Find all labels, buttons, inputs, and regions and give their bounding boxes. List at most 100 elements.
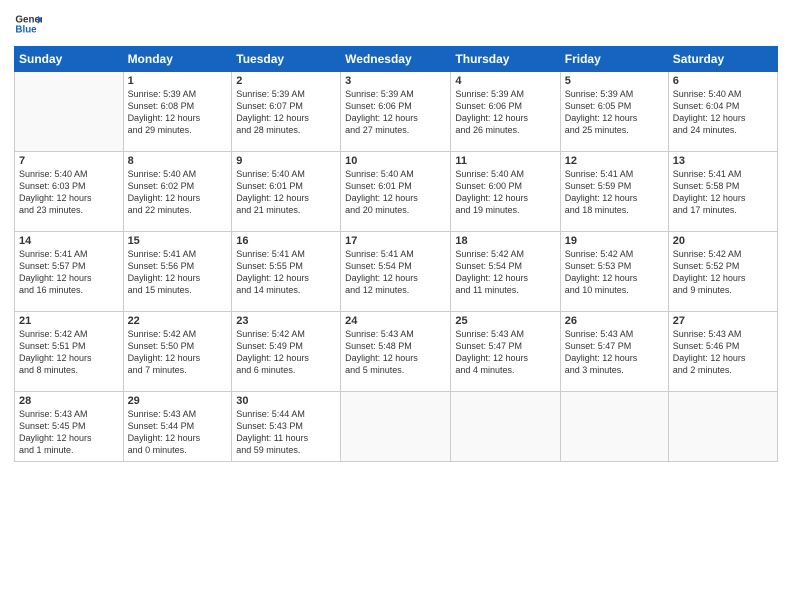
calendar-cell [560, 392, 668, 462]
day-number: 14 [19, 235, 119, 247]
day-number: 1 [128, 75, 228, 87]
calendar-cell: 19Sunrise: 5:42 AM Sunset: 5:53 PM Dayli… [560, 232, 668, 312]
calendar-cell: 11Sunrise: 5:40 AM Sunset: 6:00 PM Dayli… [451, 152, 560, 232]
day-number: 24 [345, 315, 446, 327]
day-number: 17 [345, 235, 446, 247]
calendar-cell: 4Sunrise: 5:39 AM Sunset: 6:06 PM Daylig… [451, 72, 560, 152]
day-info: Sunrise: 5:43 AM Sunset: 5:47 PM Dayligh… [565, 328, 664, 377]
day-number: 28 [19, 395, 119, 407]
day-info: Sunrise: 5:42 AM Sunset: 5:50 PM Dayligh… [128, 328, 228, 377]
calendar-cell: 28Sunrise: 5:43 AM Sunset: 5:45 PM Dayli… [15, 392, 124, 462]
logo-icon: General Blue [14, 10, 42, 38]
calendar-cell: 1Sunrise: 5:39 AM Sunset: 6:08 PM Daylig… [123, 72, 232, 152]
calendar-cell: 29Sunrise: 5:43 AM Sunset: 5:44 PM Dayli… [123, 392, 232, 462]
calendar-cell: 20Sunrise: 5:42 AM Sunset: 5:52 PM Dayli… [668, 232, 777, 312]
day-number: 26 [565, 315, 664, 327]
calendar-cell: 24Sunrise: 5:43 AM Sunset: 5:48 PM Dayli… [341, 312, 451, 392]
day-number: 15 [128, 235, 228, 247]
day-info: Sunrise: 5:42 AM Sunset: 5:51 PM Dayligh… [19, 328, 119, 377]
day-number: 5 [565, 75, 664, 87]
page-header: General Blue [14, 10, 778, 38]
day-info: Sunrise: 5:41 AM Sunset: 5:55 PM Dayligh… [236, 248, 336, 297]
day-number: 4 [455, 75, 555, 87]
logo: General Blue [14, 10, 42, 38]
day-number: 9 [236, 155, 336, 167]
calendar-cell: 25Sunrise: 5:43 AM Sunset: 5:47 PM Dayli… [451, 312, 560, 392]
day-number: 2 [236, 75, 336, 87]
day-info: Sunrise: 5:40 AM Sunset: 6:02 PM Dayligh… [128, 168, 228, 217]
calendar-cell: 22Sunrise: 5:42 AM Sunset: 5:50 PM Dayli… [123, 312, 232, 392]
day-info: Sunrise: 5:41 AM Sunset: 5:57 PM Dayligh… [19, 248, 119, 297]
day-number: 16 [236, 235, 336, 247]
calendar-cell: 3Sunrise: 5:39 AM Sunset: 6:06 PM Daylig… [341, 72, 451, 152]
calendar-cell: 9Sunrise: 5:40 AM Sunset: 6:01 PM Daylig… [232, 152, 341, 232]
calendar-cell: 26Sunrise: 5:43 AM Sunset: 5:47 PM Dayli… [560, 312, 668, 392]
calendar-cell: 5Sunrise: 5:39 AM Sunset: 6:05 PM Daylig… [560, 72, 668, 152]
day-info: Sunrise: 5:42 AM Sunset: 5:49 PM Dayligh… [236, 328, 336, 377]
day-number: 19 [565, 235, 664, 247]
day-number: 23 [236, 315, 336, 327]
day-number: 29 [128, 395, 228, 407]
calendar-cell: 13Sunrise: 5:41 AM Sunset: 5:58 PM Dayli… [668, 152, 777, 232]
day-info: Sunrise: 5:41 AM Sunset: 5:59 PM Dayligh… [565, 168, 664, 217]
calendar-cell: 15Sunrise: 5:41 AM Sunset: 5:56 PM Dayli… [123, 232, 232, 312]
day-number: 20 [673, 235, 773, 247]
day-info: Sunrise: 5:40 AM Sunset: 6:01 PM Dayligh… [236, 168, 336, 217]
svg-text:Blue: Blue [15, 24, 37, 35]
calendar-cell [15, 72, 124, 152]
day-info: Sunrise: 5:42 AM Sunset: 5:53 PM Dayligh… [565, 248, 664, 297]
day-info: Sunrise: 5:39 AM Sunset: 6:06 PM Dayligh… [345, 88, 446, 137]
calendar-cell: 27Sunrise: 5:43 AM Sunset: 5:46 PM Dayli… [668, 312, 777, 392]
day-number: 27 [673, 315, 773, 327]
calendar-cell [668, 392, 777, 462]
day-info: Sunrise: 5:41 AM Sunset: 5:56 PM Dayligh… [128, 248, 228, 297]
day-info: Sunrise: 5:40 AM Sunset: 6:03 PM Dayligh… [19, 168, 119, 217]
day-info: Sunrise: 5:40 AM Sunset: 6:00 PM Dayligh… [455, 168, 555, 217]
day-number: 3 [345, 75, 446, 87]
day-info: Sunrise: 5:40 AM Sunset: 6:04 PM Dayligh… [673, 88, 773, 137]
day-info: Sunrise: 5:43 AM Sunset: 5:47 PM Dayligh… [455, 328, 555, 377]
col-header-tuesday: Tuesday [232, 47, 341, 72]
calendar-cell: 18Sunrise: 5:42 AM Sunset: 5:54 PM Dayli… [451, 232, 560, 312]
day-info: Sunrise: 5:43 AM Sunset: 5:44 PM Dayligh… [128, 408, 228, 457]
calendar-cell: 2Sunrise: 5:39 AM Sunset: 6:07 PM Daylig… [232, 72, 341, 152]
calendar-table: SundayMondayTuesdayWednesdayThursdayFrid… [14, 46, 778, 462]
col-header-thursday: Thursday [451, 47, 560, 72]
day-info: Sunrise: 5:39 AM Sunset: 6:07 PM Dayligh… [236, 88, 336, 137]
calendar-cell: 17Sunrise: 5:41 AM Sunset: 5:54 PM Dayli… [341, 232, 451, 312]
day-number: 7 [19, 155, 119, 167]
day-number: 12 [565, 155, 664, 167]
col-header-monday: Monday [123, 47, 232, 72]
day-number: 13 [673, 155, 773, 167]
day-info: Sunrise: 5:43 AM Sunset: 5:48 PM Dayligh… [345, 328, 446, 377]
day-info: Sunrise: 5:41 AM Sunset: 5:58 PM Dayligh… [673, 168, 773, 217]
day-number: 8 [128, 155, 228, 167]
day-number: 11 [455, 155, 555, 167]
calendar-cell [451, 392, 560, 462]
day-info: Sunrise: 5:41 AM Sunset: 5:54 PM Dayligh… [345, 248, 446, 297]
day-info: Sunrise: 5:40 AM Sunset: 6:01 PM Dayligh… [345, 168, 446, 217]
calendar-cell: 30Sunrise: 5:44 AM Sunset: 5:43 PM Dayli… [232, 392, 341, 462]
col-header-wednesday: Wednesday [341, 47, 451, 72]
col-header-saturday: Saturday [668, 47, 777, 72]
calendar-cell: 12Sunrise: 5:41 AM Sunset: 5:59 PM Dayli… [560, 152, 668, 232]
day-number: 6 [673, 75, 773, 87]
day-info: Sunrise: 5:42 AM Sunset: 5:52 PM Dayligh… [673, 248, 773, 297]
calendar-cell: 14Sunrise: 5:41 AM Sunset: 5:57 PM Dayli… [15, 232, 124, 312]
calendar-cell [341, 392, 451, 462]
col-header-friday: Friday [560, 47, 668, 72]
day-info: Sunrise: 5:42 AM Sunset: 5:54 PM Dayligh… [455, 248, 555, 297]
day-number: 22 [128, 315, 228, 327]
calendar-cell: 10Sunrise: 5:40 AM Sunset: 6:01 PM Dayli… [341, 152, 451, 232]
col-header-sunday: Sunday [15, 47, 124, 72]
day-info: Sunrise: 5:43 AM Sunset: 5:46 PM Dayligh… [673, 328, 773, 377]
day-number: 18 [455, 235, 555, 247]
calendar-header-row: SundayMondayTuesdayWednesdayThursdayFrid… [15, 47, 778, 72]
day-number: 25 [455, 315, 555, 327]
calendar-cell: 7Sunrise: 5:40 AM Sunset: 6:03 PM Daylig… [15, 152, 124, 232]
day-info: Sunrise: 5:39 AM Sunset: 6:06 PM Dayligh… [455, 88, 555, 137]
calendar-cell: 21Sunrise: 5:42 AM Sunset: 5:51 PM Dayli… [15, 312, 124, 392]
calendar-cell: 23Sunrise: 5:42 AM Sunset: 5:49 PM Dayli… [232, 312, 341, 392]
calendar-cell: 16Sunrise: 5:41 AM Sunset: 5:55 PM Dayli… [232, 232, 341, 312]
calendar-cell: 6Sunrise: 5:40 AM Sunset: 6:04 PM Daylig… [668, 72, 777, 152]
